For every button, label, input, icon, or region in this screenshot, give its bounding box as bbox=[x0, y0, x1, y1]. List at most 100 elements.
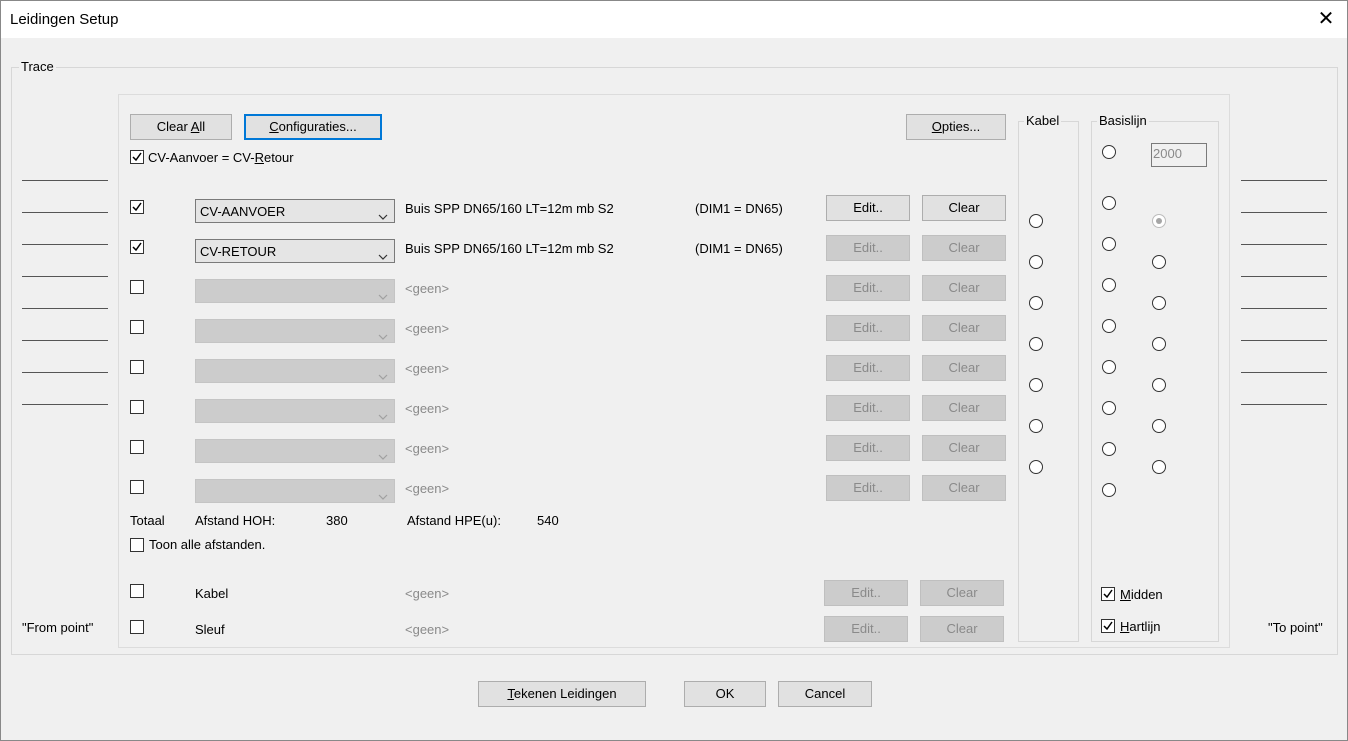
kabel-radio[interactable] bbox=[1029, 419, 1043, 433]
basislijn-left-radio[interactable] bbox=[1102, 237, 1116, 251]
pipe-row-edit-button[interactable]: Edit.. bbox=[826, 435, 910, 461]
pipe-row-combo[interactable] bbox=[195, 359, 395, 383]
pipe-row-edit-button[interactable]: Edit.. bbox=[826, 475, 910, 501]
hpe-value: 540 bbox=[537, 513, 559, 528]
midden-checkbox[interactable] bbox=[1101, 587, 1115, 601]
hartlijn-checkbox[interactable] bbox=[1101, 619, 1115, 633]
trace-line-right bbox=[1241, 244, 1327, 245]
pipe-row-dimension: (DIM1 = DN65) bbox=[695, 241, 783, 256]
pipe-row-edit-button[interactable]: Edit.. bbox=[826, 235, 910, 261]
basislijn-left-radio[interactable] bbox=[1102, 483, 1116, 497]
kabel-group-label: Kabel bbox=[1024, 113, 1062, 128]
tekenen-leidingen-button[interactable]: Tekenen Leidingen bbox=[478, 681, 646, 707]
pipe-row-combo[interactable] bbox=[195, 439, 395, 463]
pipe-row-checkbox[interactable] bbox=[130, 480, 144, 494]
trace-line-right bbox=[1241, 340, 1327, 341]
pipe-row-edit-button[interactable]: Edit.. bbox=[826, 395, 910, 421]
trace-line-left bbox=[22, 212, 108, 213]
pipe-row-combo[interactable]: CV-RETOUR bbox=[195, 239, 395, 263]
pipe-row-combo-value: CV-RETOUR bbox=[200, 244, 277, 259]
kabel-radio[interactable] bbox=[1029, 460, 1043, 474]
close-icon[interactable]: ✕ bbox=[1312, 6, 1340, 32]
kabel-radio[interactable] bbox=[1029, 296, 1043, 310]
basislijn-custom-radio[interactable] bbox=[1102, 145, 1116, 159]
basislijn-left-radio[interactable] bbox=[1102, 442, 1116, 456]
basislijn-left-radio[interactable] bbox=[1102, 319, 1116, 333]
pipe-row-checkbox[interactable] bbox=[130, 360, 144, 374]
trace-line-right bbox=[1241, 276, 1327, 277]
basislijn-right-radio[interactable] bbox=[1152, 296, 1166, 310]
pipe-row-clear-button[interactable]: Clear bbox=[922, 475, 1006, 501]
pipe-row-edit-button[interactable]: Edit.. bbox=[826, 275, 910, 301]
clear-all-button[interactable]: Clear All bbox=[130, 114, 232, 140]
radio-selected-dot bbox=[1156, 218, 1162, 224]
pipe-row-combo[interactable]: CV-AANVOER bbox=[195, 199, 395, 223]
basislijn-right-radio[interactable] bbox=[1152, 214, 1166, 228]
basislijn-right-radio[interactable] bbox=[1152, 378, 1166, 392]
pipe-row-checkbox[interactable] bbox=[130, 280, 144, 294]
show-all-checkbox[interactable] bbox=[130, 538, 144, 552]
pipe-row-checkbox[interactable] bbox=[130, 400, 144, 414]
pipe-row-clear-button[interactable]: Clear bbox=[922, 435, 1006, 461]
pipe-row-checkbox[interactable] bbox=[130, 240, 144, 254]
opties-button[interactable]: Opties... bbox=[906, 114, 1006, 140]
hoh-value: 380 bbox=[326, 513, 348, 528]
pipe-row-clear-button[interactable]: Clear bbox=[922, 315, 1006, 341]
basislijn-left-radio[interactable] bbox=[1102, 278, 1116, 292]
pipe-row-edit-button[interactable]: Edit.. bbox=[826, 195, 910, 221]
trace-line-right bbox=[1241, 372, 1327, 373]
hoh-label: Afstand HOH: bbox=[195, 513, 276, 528]
basislijn-left-radio[interactable] bbox=[1102, 360, 1116, 374]
trace-line-left bbox=[22, 372, 108, 373]
from-point-label: "From point" bbox=[22, 620, 94, 635]
basislijn-value-field[interactable]: 2000 bbox=[1151, 143, 1207, 167]
basislijn-right-radio[interactable] bbox=[1152, 419, 1166, 433]
trace-line-right bbox=[1241, 308, 1327, 309]
pipe-row-combo[interactable] bbox=[195, 319, 395, 343]
basislijn-left-radio[interactable] bbox=[1102, 196, 1116, 210]
chevron-down-icon bbox=[378, 248, 388, 263]
pipe-row-edit-button[interactable]: Edit.. bbox=[826, 355, 910, 381]
pipe-row-edit-button[interactable]: Edit.. bbox=[826, 315, 910, 341]
extra-row-clear-button[interactable]: Clear bbox=[920, 580, 1004, 606]
pipe-row-clear-button[interactable]: Clear bbox=[922, 275, 1006, 301]
pipe-row-clear-button[interactable]: Clear bbox=[922, 395, 1006, 421]
pipe-row-combo[interactable] bbox=[195, 279, 395, 303]
extra-row-checkbox[interactable] bbox=[130, 584, 144, 598]
cancel-button[interactable]: Cancel bbox=[778, 681, 872, 707]
pipe-row-clear-button[interactable]: Clear bbox=[922, 195, 1006, 221]
kabel-radio[interactable] bbox=[1029, 378, 1043, 392]
extra-row-edit-button[interactable]: Edit.. bbox=[824, 580, 908, 606]
pipe-row-clear-button[interactable]: Clear bbox=[922, 355, 1006, 381]
extra-row-clear-button[interactable]: Clear bbox=[920, 616, 1004, 642]
basislijn-right-radio[interactable] bbox=[1152, 337, 1166, 351]
pipe-row-checkbox[interactable] bbox=[130, 320, 144, 334]
kabel-radio[interactable] bbox=[1029, 214, 1043, 228]
pipe-row-clear-button[interactable]: Clear bbox=[922, 235, 1006, 261]
chevron-down-icon bbox=[378, 288, 388, 303]
hpe-label: Afstand HPE(u): bbox=[407, 513, 501, 528]
configuraties-button[interactable]: Configuraties... bbox=[244, 114, 382, 140]
extra-row-checkbox[interactable] bbox=[130, 620, 144, 634]
kabel-radio[interactable] bbox=[1029, 255, 1043, 269]
extra-row-edit-button[interactable]: Edit.. bbox=[824, 616, 908, 642]
chevron-down-icon bbox=[378, 408, 388, 423]
pipe-row-dimension: (DIM1 = DN65) bbox=[695, 201, 783, 216]
pipe-row-combo[interactable] bbox=[195, 479, 395, 503]
basislijn-left-radio[interactable] bbox=[1102, 401, 1116, 415]
pipe-row-combo[interactable] bbox=[195, 399, 395, 423]
pipe-row-checkbox[interactable] bbox=[130, 200, 144, 214]
cv-equal-checkbox[interactable] bbox=[130, 150, 144, 164]
trace-line-right bbox=[1241, 404, 1327, 405]
pipe-row-checkbox[interactable] bbox=[130, 440, 144, 454]
trace-line-left bbox=[22, 276, 108, 277]
chevron-down-icon bbox=[378, 448, 388, 463]
basislijn-right-radio[interactable] bbox=[1152, 255, 1166, 269]
basislijn-right-radio[interactable] bbox=[1152, 460, 1166, 474]
basislijn-group-label: Basislijn bbox=[1097, 113, 1149, 128]
title-bar bbox=[0, 0, 1348, 38]
totals-label: Totaal bbox=[130, 513, 165, 528]
kabel-radio[interactable] bbox=[1029, 337, 1043, 351]
pipe-row-description: Buis SPP DN65/160 LT=12m mb S2 bbox=[405, 201, 614, 216]
ok-button[interactable]: OK bbox=[684, 681, 766, 707]
